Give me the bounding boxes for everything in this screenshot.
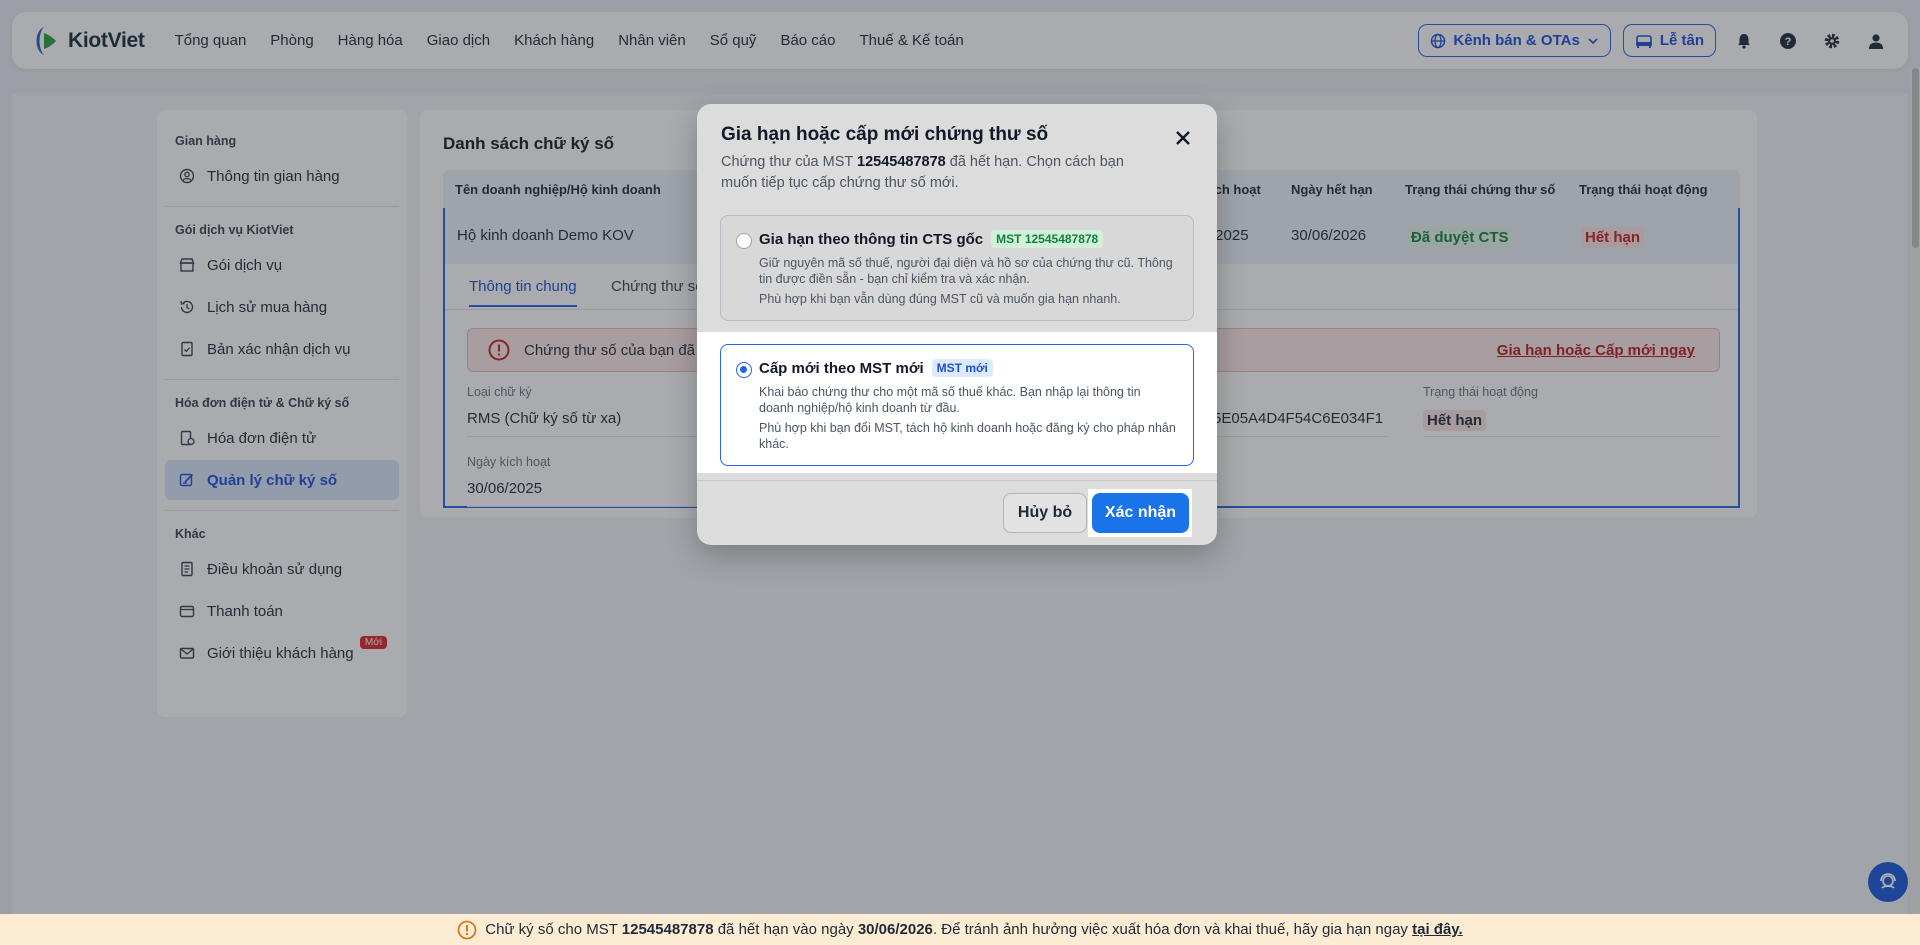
banner-part: đã hết hạn vào ngày — [713, 921, 858, 938]
close-icon — [1176, 131, 1190, 145]
radio-new-mst[interactable] — [736, 362, 752, 378]
dialog-close-button[interactable] — [1169, 124, 1197, 152]
option-description: Giữ nguyên mã số thuế, người đại diện và… — [759, 256, 1173, 286]
cancel-button[interactable]: Hủy bỏ — [1003, 493, 1087, 533]
desc-mst: 12545487878 — [857, 154, 946, 170]
banner-link[interactable]: tại đây. — [1412, 921, 1463, 938]
banner-text: Chữ ký số cho MST 12545487878 đã hết hạn… — [485, 921, 1462, 938]
radio-renew-original[interactable] — [736, 233, 752, 249]
mst-badge: MST 12545487878 — [991, 230, 1104, 248]
banner-part: . Để tránh ảnh hưởng việc xuất hóa đơn v… — [932, 921, 1413, 938]
option-title: Gia hạn theo thông tin CTS gốc — [759, 230, 984, 248]
highlight-region: Xác nhận — [1088, 489, 1192, 537]
banner-date: 30/06/2026 — [857, 921, 933, 938]
option-title: Cấp mới theo MST mới — [759, 359, 924, 377]
option-renew-original[interactable]: Gia hạn theo thông tin CTS gốc MST 125454… — [720, 215, 1194, 321]
option-new-mst[interactable]: Cấp mới theo MST mới MST mới Khai báo chứ… — [720, 344, 1194, 466]
confirm-button[interactable]: Xác nhận — [1092, 493, 1189, 533]
option-description: Khai báo chứng thư cho một mã số thuế kh… — [759, 385, 1141, 415]
dialog-description: Chứng thư của MST 12545487878 đã hết hạn… — [721, 152, 1161, 194]
option-note: Phù hợp khi bạn vẫn dùng đúng MST cũ và … — [759, 292, 1121, 306]
desc-part: Chứng thư của MST — [721, 154, 858, 170]
banner-mst: 12545487878 — [621, 921, 714, 938]
dialog-title: Gia hạn hoặc cấp mới chứng thư số — [721, 124, 1049, 145]
option-note: Phù hợp khi bạn đổi MST, tách hộ kinh do… — [759, 421, 1176, 451]
highlight-region: Cấp mới theo MST mới MST mới Khai báo chứ… — [697, 332, 1217, 473]
renew-certificate-dialog: Gia hạn hoặc cấp mới chứng thư số Chứng … — [697, 104, 1217, 545]
new-mst-badge: MST mới — [931, 359, 993, 377]
banner-part: Chữ ký số cho MST — [485, 921, 622, 938]
expiry-banner: Chữ ký số cho MST 12545487878 đã hết hạn… — [0, 914, 1920, 945]
dialog-footer: Hủy bỏ Xác nhận — [697, 480, 1217, 545]
warning-circle-icon — [457, 920, 477, 939]
